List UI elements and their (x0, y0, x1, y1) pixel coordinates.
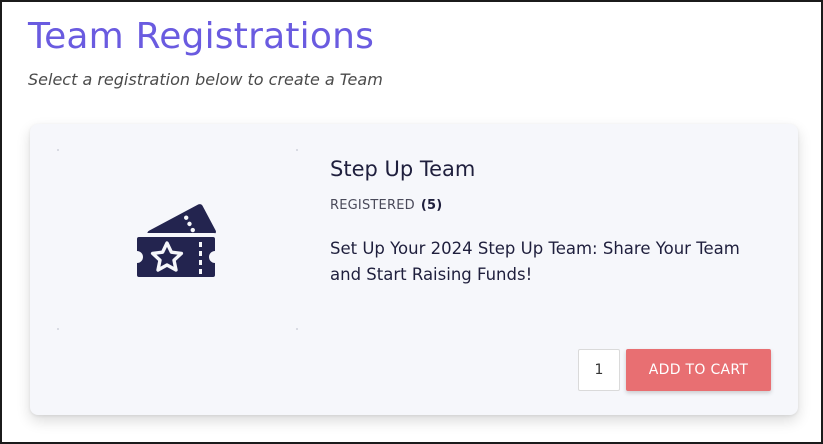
registered-count: (5) (420, 198, 443, 213)
product-name: Step Up Team (330, 157, 476, 181)
quantity-input[interactable] (578, 349, 620, 391)
ticket-star-icon (134, 204, 218, 281)
registered-status: REGISTERED (5) (330, 198, 442, 213)
page-frame: Team Registrations Select a registration… (0, 0, 823, 444)
page-title: Team Registrations (28, 16, 375, 57)
registered-label: REGISTERED (330, 198, 415, 213)
page-subtitle: Select a registration below to create a … (28, 70, 383, 89)
add-to-cart-button[interactable]: ADD TO CART (626, 349, 771, 391)
registration-card: Step Up Team REGISTERED (5) Set Up Your 2… (30, 124, 798, 415)
product-description: Set Up Your 2024 Step Up Team: Share You… (330, 239, 740, 284)
product-image (57, 149, 298, 330)
